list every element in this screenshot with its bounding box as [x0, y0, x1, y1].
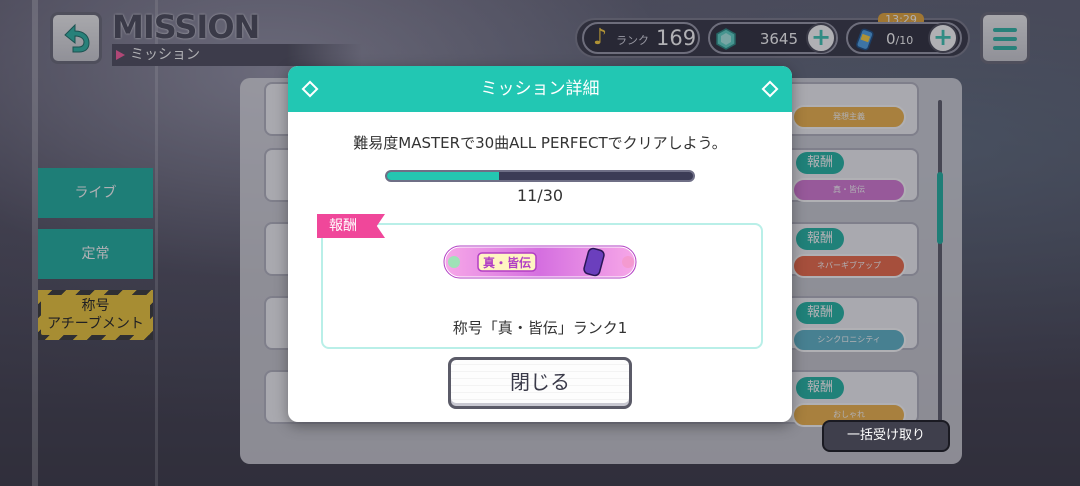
modal-title: ミッション詳細: [480, 79, 600, 99]
reward-caption: 称号「真・皆伝」ランク1: [452, 319, 628, 337]
title-badge-image: 真・皆伝: [442, 244, 638, 280]
mission-detail-modal: ミッション詳細 難易度MASTERで30曲ALL PERFECTでクリアしよう。…: [288, 66, 792, 422]
progress-fill: [387, 172, 500, 180]
progress-bar: [385, 170, 695, 182]
title-badge-text: 真・皆伝: [483, 255, 531, 270]
close-button[interactable]: 閉じる: [448, 357, 632, 409]
reward-ribbon: 報酬: [317, 214, 385, 238]
progress-count: 11/30: [516, 186, 564, 205]
modal-header: ミッション詳細: [288, 66, 792, 112]
mission-description: 難易度MASTERで30曲ALL PERFECTでクリアしよう。: [353, 134, 727, 152]
bulk-receive-button[interactable]: 一括受け取り: [822, 420, 950, 452]
